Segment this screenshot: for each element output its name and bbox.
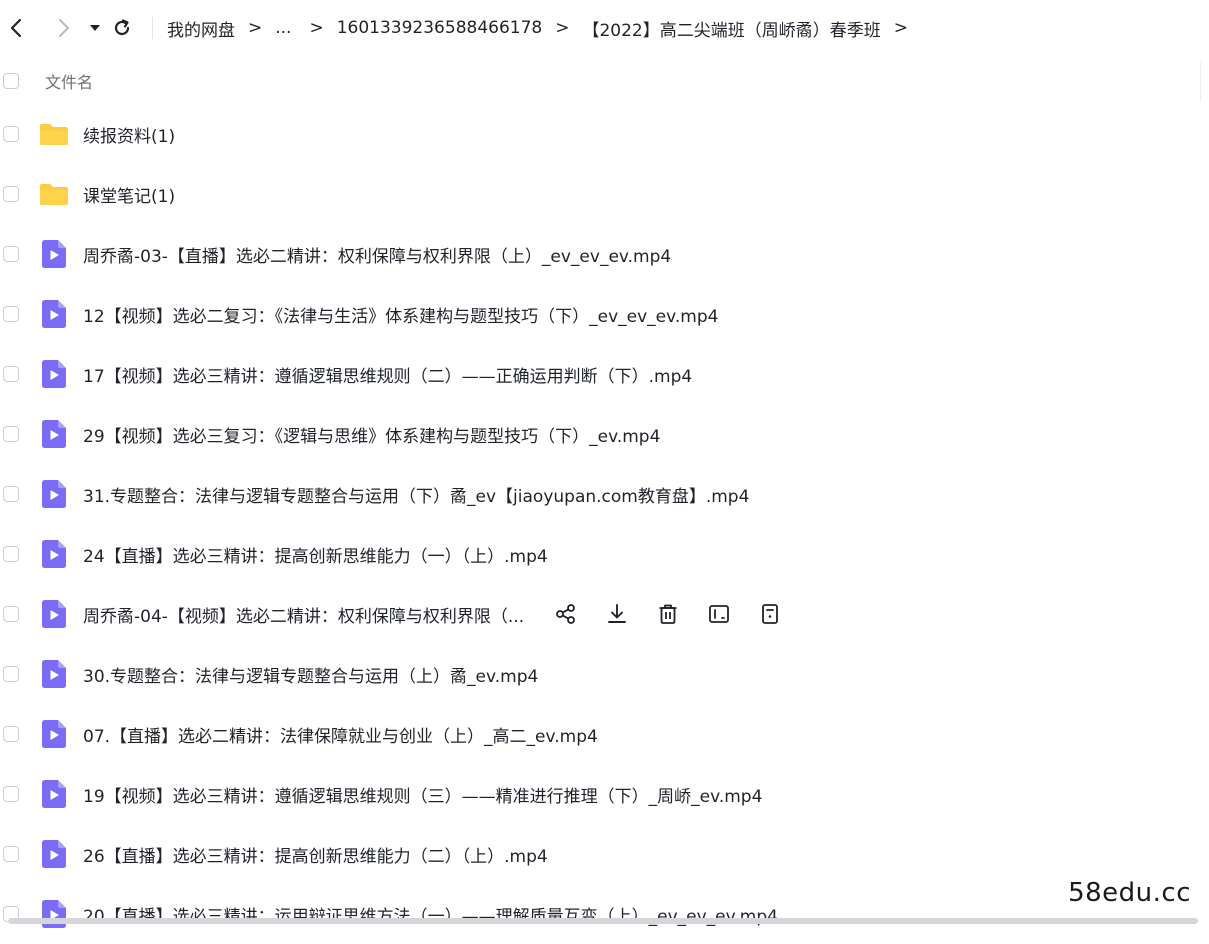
toolbar-divider: [152, 17, 153, 39]
column-header-filename[interactable]: 文件名: [45, 69, 93, 93]
horizontal-scrollbar[interactable]: [8, 918, 1198, 924]
file-name[interactable]: 30.专题整合：法律与逻辑专题整合与运用（上）矞_ev.mp4: [83, 662, 538, 687]
row-checkbox[interactable]: [3, 846, 19, 862]
breadcrumb: 我的网盘 > ... > 1601339236588466178 > 【2022…: [167, 16, 921, 41]
folder-row[interactable]: 续报资料(1): [0, 104, 1200, 164]
row-checkbox[interactable]: [3, 546, 19, 562]
file-name[interactable]: 12【视频】选必二复习：《法律与生活》体系建构与题型技巧（下）_ev_ev_ev…: [83, 302, 718, 327]
file-row[interactable]: 26【直播】选必三精讲：提高创新思维能力（二）（上）.mp4: [0, 824, 1200, 884]
breadcrumb-separator: >: [248, 18, 263, 38]
row-actions: [554, 602, 809, 626]
back-icon[interactable]: [4, 16, 28, 40]
video-file-icon: [39, 779, 69, 809]
folder-icon: [39, 119, 69, 149]
download-icon[interactable]: [605, 602, 629, 626]
file-name[interactable]: 07.【直播】选必二精讲：法律保障就业与创业（上）_高二_ev.mp4: [83, 722, 598, 747]
file-name[interactable]: 26【直播】选必三精讲：提高创新思维能力（二）（上）.mp4: [83, 842, 548, 867]
video-file-icon: [39, 359, 69, 389]
file-row[interactable]: 07.【直播】选必二精讲：法律保障就业与创业（上）_高二_ev.mp4: [0, 704, 1200, 764]
video-file-icon: [39, 599, 69, 629]
file-name[interactable]: 24【直播】选必三精讲：提高创新思维能力（一）（上）.mp4: [83, 542, 548, 567]
file-name[interactable]: 课堂笔记(1): [83, 182, 175, 207]
file-name[interactable]: 周乔矞-04-【视频】选必二精讲：权利保障与权利界限（...: [83, 602, 524, 627]
video-file-icon: [39, 479, 69, 509]
watermark: 58edu.cc: [1068, 878, 1191, 908]
file-row[interactable]: 周乔矞-04-【视频】选必二精讲：权利保障与权利界限（...: [0, 584, 1200, 644]
breadcrumb-item-id-folder[interactable]: 1601339236588466178: [337, 18, 543, 38]
row-checkbox[interactable]: [3, 126, 19, 142]
select-all-checkbox[interactable]: [3, 73, 19, 89]
row-checkbox[interactable]: [3, 246, 19, 262]
breadcrumb-separator: >: [309, 18, 324, 38]
toolbar: 我的网盘 > ... > 1601339236588466178 > 【2022…: [0, 0, 1209, 56]
video-file-icon: [39, 299, 69, 329]
file-row[interactable]: 30.专题整合：法律与逻辑专题整合与运用（上）矞_ev.mp4: [0, 644, 1200, 704]
file-row[interactable]: 19【视频】选必三精讲：遵循逻辑思维规则（三）——精准进行推理（下）_周峤_ev…: [0, 764, 1200, 824]
video-file-icon: [39, 539, 69, 569]
row-checkbox[interactable]: [3, 786, 19, 802]
video-file-icon: [39, 659, 69, 689]
header-divider: [1200, 62, 1201, 102]
row-checkbox[interactable]: [3, 426, 19, 442]
video-file-icon: [39, 719, 69, 749]
rename-icon[interactable]: [707, 602, 731, 626]
file-name[interactable]: 31.专题整合：法律与逻辑专题整合与运用（下）矞_ev【jiaoyupan.co…: [83, 482, 749, 507]
file-name[interactable]: 29【视频】选必三复习：《逻辑与思维》体系建构与题型技巧（下）_ev.mp4: [83, 422, 660, 447]
file-name[interactable]: 周乔矞-03-【直播】选必二精讲：权利保障与权利界限（上）_ev_ev_ev.m…: [83, 242, 671, 267]
history-dropdown-icon[interactable]: [86, 16, 104, 40]
breadcrumb-item-current[interactable]: 【2022】高二尖端班（周峤矞）春季班: [582, 16, 880, 41]
video-file-icon: [39, 419, 69, 449]
breadcrumb-separator: >: [555, 18, 570, 38]
row-checkbox[interactable]: [3, 606, 19, 622]
file-row[interactable]: 17【视频】选必三精讲：遵循逻辑思维规则（二）——正确运用判断（下）.mp4: [0, 344, 1200, 404]
file-row[interactable]: 20【直播】选必三精讲：运用辩证思维方法（一）——理解质量互变（上）_ev_ev…: [0, 884, 1200, 944]
row-checkbox[interactable]: [3, 666, 19, 682]
file-name[interactable]: 19【视频】选必三精讲：遵循逻辑思维规则（三）——精准进行推理（下）_周峤_ev…: [83, 782, 762, 807]
breadcrumb-item-ellipsis[interactable]: ...: [275, 18, 291, 38]
video-file-icon: [39, 239, 69, 269]
video-file-icon: [39, 899, 69, 929]
file-row[interactable]: 12【视频】选必二复习：《法律与生活》体系建构与题型技巧（下）_ev_ev_ev…: [0, 284, 1200, 344]
file-row[interactable]: 29【视频】选必三复习：《逻辑与思维》体系建构与题型技巧（下）_ev.mp4: [0, 404, 1200, 464]
file-list-header: 文件名: [0, 62, 1200, 100]
file-list: 续报资料(1) 课堂笔记(1) 周乔矞-03-【直播】选必二精讲：权利保障与权利界限…: [0, 104, 1200, 944]
file-row[interactable]: 31.专题整合：法律与逻辑专题整合与运用（下）矞_ev【jiaoyupan.co…: [0, 464, 1200, 524]
file-name[interactable]: 续报资料(1): [83, 122, 175, 147]
folder-row[interactable]: 课堂笔记(1): [0, 164, 1200, 224]
share-icon[interactable]: [554, 602, 578, 626]
breadcrumb-item-root[interactable]: 我的网盘: [167, 16, 235, 41]
folder-icon: [39, 179, 69, 209]
row-checkbox[interactable]: [3, 186, 19, 202]
delete-icon[interactable]: [656, 602, 680, 626]
file-name[interactable]: 17【视频】选必三精讲：遵循逻辑思维规则（二）——正确运用判断（下）.mp4: [83, 362, 692, 387]
video-file-icon: [39, 839, 69, 869]
row-checkbox[interactable]: [3, 726, 19, 742]
row-checkbox[interactable]: [3, 486, 19, 502]
row-checkbox[interactable]: [3, 306, 19, 322]
file-row[interactable]: 24【直播】选必三精讲：提高创新思维能力（一）（上）.mp4: [0, 524, 1200, 584]
forward-icon[interactable]: [52, 16, 76, 40]
details-icon[interactable]: [758, 602, 782, 626]
breadcrumb-separator: >: [893, 18, 908, 38]
file-row[interactable]: 周乔矞-03-【直播】选必二精讲：权利保障与权利界限（上）_ev_ev_ev.m…: [0, 224, 1200, 284]
refresh-icon[interactable]: [110, 16, 134, 40]
row-checkbox[interactable]: [3, 366, 19, 382]
